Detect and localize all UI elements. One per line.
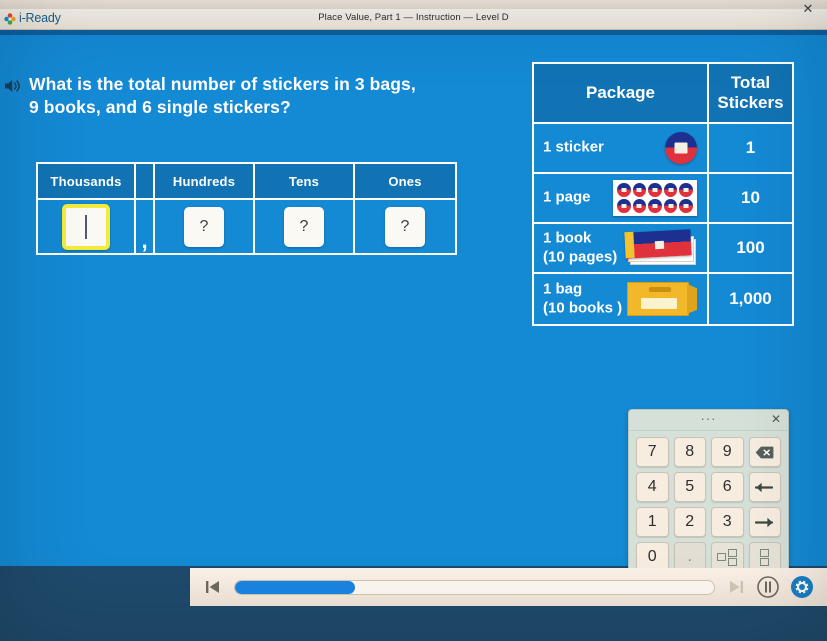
place-value-table: Thousands , Hundreds ? Tens ? Ones ? <box>36 162 457 255</box>
player-controls-bar <box>190 568 827 606</box>
gear-icon <box>791 576 813 598</box>
package-cell-book: 1 book (10 pages) <box>534 224 709 272</box>
app-header: i-Ready Place Value, Part 1 — Instructio… <box>0 9 827 30</box>
answer-input-tens[interactable]: ? <box>284 206 324 247</box>
backspace-icon <box>755 446 774 458</box>
package-cell-sticker: 1 sticker <box>534 124 709 172</box>
package-label-book: 1 book (10 pages) <box>543 229 617 267</box>
package-header-total-stickers: Total Stickers <box>709 64 792 122</box>
place-value-cell-thousands[interactable] <box>38 200 134 253</box>
settings-button[interactable] <box>789 574 815 600</box>
key-4[interactable]: 4 <box>636 472 669 502</box>
key-7[interactable]: 7 <box>636 437 669 467</box>
question-line-2: 9 books, and 6 single stickers? <box>29 97 291 118</box>
total-stickers-line-1: Total <box>730 73 771 93</box>
package-total-sticker: 1 <box>745 138 756 157</box>
package-header-package: Package <box>534 64 709 122</box>
package-cell-page: 1 page <box>534 174 709 222</box>
place-value-column-thousands: Thousands <box>38 164 136 253</box>
question-text: What is the total number of stickers in … <box>29 73 416 119</box>
lesson-title: Place Value, Part 1 — Instruction — Leve… <box>318 12 509 23</box>
next-button[interactable] <box>725 576 747 598</box>
pause-icon <box>757 576 779 598</box>
package-cell-bag: 1 bag (10 books ) <box>534 274 709 324</box>
key-arrow-right[interactable] <box>748 507 781 537</box>
single-sticker-icon <box>665 132 697 164</box>
column-header-tens: Tens <box>255 164 353 200</box>
key-8[interactable]: 8 <box>673 437 706 467</box>
next-icon <box>730 581 743 593</box>
place-value-column-tens: Tens ? <box>255 164 355 253</box>
key-5[interactable]: 5 <box>673 472 706 502</box>
place-value-cell-ones[interactable]: ? <box>355 200 455 253</box>
package-row-sticker: 1 sticker 1 <box>534 124 792 174</box>
answer-input-thousands[interactable] <box>62 203 110 250</box>
package-total-page: 10 <box>741 188 760 207</box>
title-bar <box>0 0 827 9</box>
comma-separator-cell: , <box>136 200 153 253</box>
keypad-grid: 7 8 9 4 5 6 1 2 3 0 . <box>629 431 788 572</box>
package-label-book-line-2: (10 pages) <box>543 248 618 265</box>
key-1[interactable]: 1 <box>636 507 669 537</box>
progress-bar-fill <box>235 580 355 594</box>
place-value-column-hundreds: Hundreds ? <box>155 164 255 253</box>
speaker-icon[interactable] <box>4 78 23 119</box>
arrow-left-icon <box>755 482 774 492</box>
fraction-icon <box>760 548 770 566</box>
key-3[interactable]: 3 <box>711 507 744 537</box>
package-row-page: 1 page 10 <box>534 174 792 224</box>
window-close-button[interactable]: ✕ <box>795 0 821 17</box>
progress-bar[interactable] <box>234 579 715 595</box>
place-value-cell-tens[interactable]: ? <box>255 200 353 253</box>
package-row-bag: 1 bag (10 books ) 1,000 <box>534 274 792 324</box>
package-total-bag: 1,000 <box>729 289 772 308</box>
key-backspace[interactable] <box>748 437 781 467</box>
arrow-right-icon <box>755 517 774 527</box>
mixed-number-icon <box>717 548 738 566</box>
place-value-column-separator: , <box>136 164 155 253</box>
package-row-book: 1 book (10 pages) 100 <box>534 224 792 274</box>
page-of-stickers-icon <box>613 180 697 216</box>
column-header-hundreds: Hundreds <box>155 164 253 200</box>
pause-button[interactable] <box>757 576 779 598</box>
column-header-separator <box>136 164 153 200</box>
key-arrow-left[interactable] <box>748 472 781 502</box>
column-header-ones: Ones <box>355 164 455 200</box>
text-caret <box>85 214 87 239</box>
book-icon <box>624 229 697 265</box>
question-line-1: What is the total number of stickers in … <box>29 74 416 94</box>
bag-icon <box>627 280 697 318</box>
keypad-close-icon[interactable]: ✕ <box>771 412 781 426</box>
package-label-page: 1 page <box>543 188 591 206</box>
comma-glyph: , <box>141 228 148 253</box>
question-block: What is the total number of stickers in … <box>4 73 474 119</box>
previous-icon <box>206 581 219 593</box>
place-value-column-ones: Ones ? <box>355 164 455 253</box>
package-label-sticker: 1 sticker <box>543 138 604 156</box>
lesson-stage: What is the total number of stickers in … <box>0 35 827 579</box>
package-total-book: 100 <box>736 238 765 257</box>
package-label-bag-line-2: (10 books ) <box>543 299 623 316</box>
package-table-header-row: Package Total Stickers <box>534 64 792 124</box>
answer-input-hundreds[interactable]: ? <box>184 206 224 247</box>
previous-button[interactable] <box>202 576 224 598</box>
key-2[interactable]: 2 <box>673 507 706 537</box>
answer-input-ones[interactable]: ? <box>385 206 425 247</box>
package-label-bag-line-1: 1 bag <box>543 280 583 298</box>
keypad-menu-icon[interactable]: ··· <box>629 412 788 426</box>
package-label-book-line-1: 1 book <box>543 229 592 247</box>
column-header-thousands: Thousands <box>38 164 134 200</box>
keypad-title-bar: ··· ✕ <box>629 410 788 431</box>
numeric-keypad: ··· ✕ 7 8 9 4 5 6 1 2 3 0 . <box>628 409 789 579</box>
package-label-bag: 1 bag (10 books ) <box>543 280 622 318</box>
place-value-cell-hundreds[interactable]: ? <box>155 200 253 253</box>
total-stickers-line-2: Stickers <box>717 93 784 112</box>
package-reference-table: Package Total Stickers 1 sticker 1 1 pag… <box>532 62 794 326</box>
key-9[interactable]: 9 <box>711 437 744 467</box>
key-6[interactable]: 6 <box>711 472 744 502</box>
